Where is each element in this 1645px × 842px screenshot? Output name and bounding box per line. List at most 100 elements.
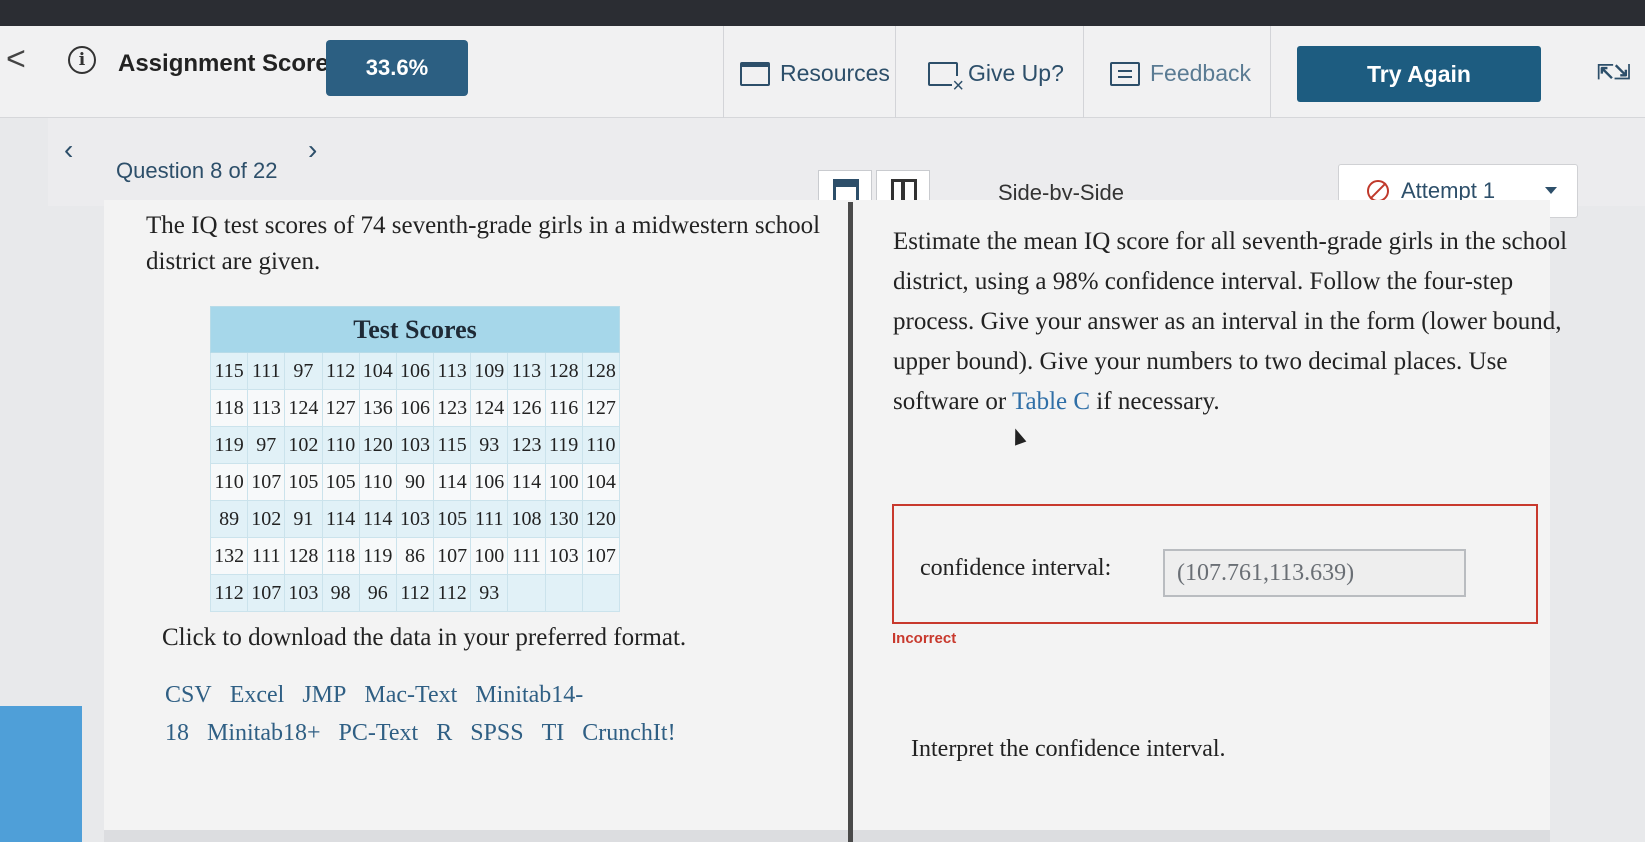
next-question-icon[interactable]: › — [308, 134, 317, 166]
table-row: 118 113 124 127 136 106 123 124 126 116 127 — [209, 389, 621, 427]
table-cell: 118 — [209, 389, 249, 427]
table-cell: 120 — [581, 500, 621, 538]
toolbar-divider — [723, 26, 724, 118]
table-cell — [544, 574, 583, 612]
table-cell: 93 — [470, 426, 509, 464]
download-link-excel[interactable]: Excel — [230, 682, 285, 708]
table-cell: 106 — [395, 389, 435, 427]
table-cell: 123 — [433, 389, 472, 427]
prompt-text-end: if necessary. — [1090, 388, 1220, 415]
assignment-score-label: Assignment Score: — [118, 50, 337, 77]
table-cell: 107 — [247, 463, 286, 501]
table-cell: 128 — [544, 352, 583, 390]
table-cell: 112 — [209, 574, 249, 612]
table-cell: 102 — [284, 426, 323, 464]
confidence-interval-input[interactable] — [1163, 549, 1466, 597]
download-link-spss[interactable]: SPSS — [470, 720, 523, 746]
table-cell: 115 — [433, 426, 472, 464]
table-row: 115 111 97 112 104 106 113 109 113 128 128 — [209, 352, 621, 390]
pane-divider[interactable] — [848, 202, 853, 842]
toolbar-divider — [1083, 26, 1084, 118]
test-scores-table: Test Scores 115 111 97 112 104 106 113 109 113 12… — [209, 306, 621, 612]
table-cell: 104 — [581, 463, 621, 501]
table-cell: 105 — [433, 500, 472, 538]
table-cell: 97 — [247, 426, 286, 464]
table-cell: 115 — [209, 352, 249, 390]
table-cell: 112 — [433, 574, 472, 612]
table-cell: 113 — [507, 352, 546, 390]
download-instructions: Click to download the data in your prefe… — [162, 624, 687, 651]
table-cell: 105 — [321, 463, 360, 501]
table-cell: 118 — [321, 537, 360, 575]
table-cell: 136 — [358, 389, 397, 427]
resources-label: Resources — [780, 60, 890, 86]
table-cell: 124 — [470, 389, 509, 427]
toolbar-divider — [895, 26, 896, 118]
info-icon[interactable]: i — [68, 46, 96, 74]
table-cell: 110 — [321, 426, 360, 464]
table-cell: 114 — [507, 463, 546, 501]
table-cell: 132 — [209, 537, 249, 575]
download-link-crunchit[interactable]: CrunchIt! — [582, 720, 675, 746]
feedback-button[interactable]: Feedback — [1110, 60, 1251, 87]
table-cell: 126 — [507, 389, 546, 427]
give-up-label: Give Up? — [968, 60, 1064, 86]
table-cell: 113 — [247, 389, 286, 427]
table-cell: 96 — [358, 574, 397, 612]
table-cell: 113 — [433, 352, 472, 390]
table-cell: 108 — [507, 500, 546, 538]
try-again-button[interactable]: Try Again — [1297, 46, 1541, 102]
table-cell: 114 — [358, 500, 397, 538]
download-link-csv[interactable]: CSV — [165, 682, 212, 708]
table-row: 112 107 103 98 96 112 112 93 — [209, 574, 621, 612]
table-cell: 86 — [395, 537, 435, 575]
table-cell: 98 — [321, 574, 360, 612]
give-up-button[interactable]: Give Up? — [928, 60, 1064, 96]
download-link-r[interactable]: R — [436, 720, 452, 746]
table-cell: 111 — [470, 500, 509, 538]
table-cell: 107 — [433, 537, 472, 575]
table-cell: 103 — [395, 500, 435, 538]
prohibited-icon — [1367, 180, 1389, 202]
fullscreen-icon[interactable]: ⇱⇲ — [1597, 63, 1631, 83]
table-cell: 91 — [284, 500, 323, 538]
table-row: 110 107 105 105 110 90 114 106 114 100 104 — [209, 463, 621, 501]
interpret-prompt: Interpret the confidence interval. — [911, 736, 1226, 762]
side-accent-strip — [0, 706, 82, 842]
incorrect-status: Incorrect — [892, 630, 957, 647]
question-counter[interactable]: Question 8 of 22 — [116, 158, 277, 184]
table-cell: 114 — [433, 463, 472, 501]
table-cell: 104 — [358, 352, 397, 390]
table-cell: 112 — [321, 352, 360, 390]
table-cell: 111 — [507, 537, 546, 575]
table-cell: 130 — [544, 500, 583, 538]
table-cell: 90 — [395, 463, 435, 501]
table-cell: 110 — [209, 463, 249, 501]
table-cell: 128 — [284, 537, 323, 575]
table-cell: 109 — [470, 352, 509, 390]
confidence-interval-label: confidence interval: — [920, 555, 1112, 581]
previous-question-icon[interactable]: ‹ — [64, 134, 73, 166]
table-row: 89 102 91 114 114 103 105 111 108 130 120 — [209, 500, 621, 538]
table-cell: 127 — [321, 389, 360, 427]
table-cell: 127 — [581, 389, 621, 427]
download-link-pc-text[interactable]: PC-Text — [339, 720, 419, 746]
download-link-ti[interactable]: TI — [542, 720, 565, 746]
download-link-mac-text[interactable]: Mac-Text — [364, 682, 457, 708]
table-c-link[interactable]: Table C — [1012, 388, 1090, 415]
caret-down-icon — [1545, 187, 1557, 194]
table-cell: 119 — [544, 426, 583, 464]
table-cell: 103 — [544, 537, 583, 575]
table-cell: 111 — [247, 352, 286, 390]
table-cell: 111 — [247, 537, 286, 575]
feedback-label: Feedback — [1150, 60, 1252, 86]
download-link-jmp[interactable]: JMP — [302, 682, 346, 708]
resources-button[interactable]: Resources — [740, 60, 890, 87]
table-cell: 105 — [284, 463, 323, 501]
download-link-minitab18[interactable]: Minitab18+ — [207, 720, 321, 746]
table-cell: 124 — [284, 389, 323, 427]
folder-icon — [740, 61, 770, 86]
table-cell: 106 — [395, 352, 435, 390]
table-title: Test Scores — [210, 306, 620, 353]
back-chevron-icon[interactable]: < — [6, 40, 26, 79]
